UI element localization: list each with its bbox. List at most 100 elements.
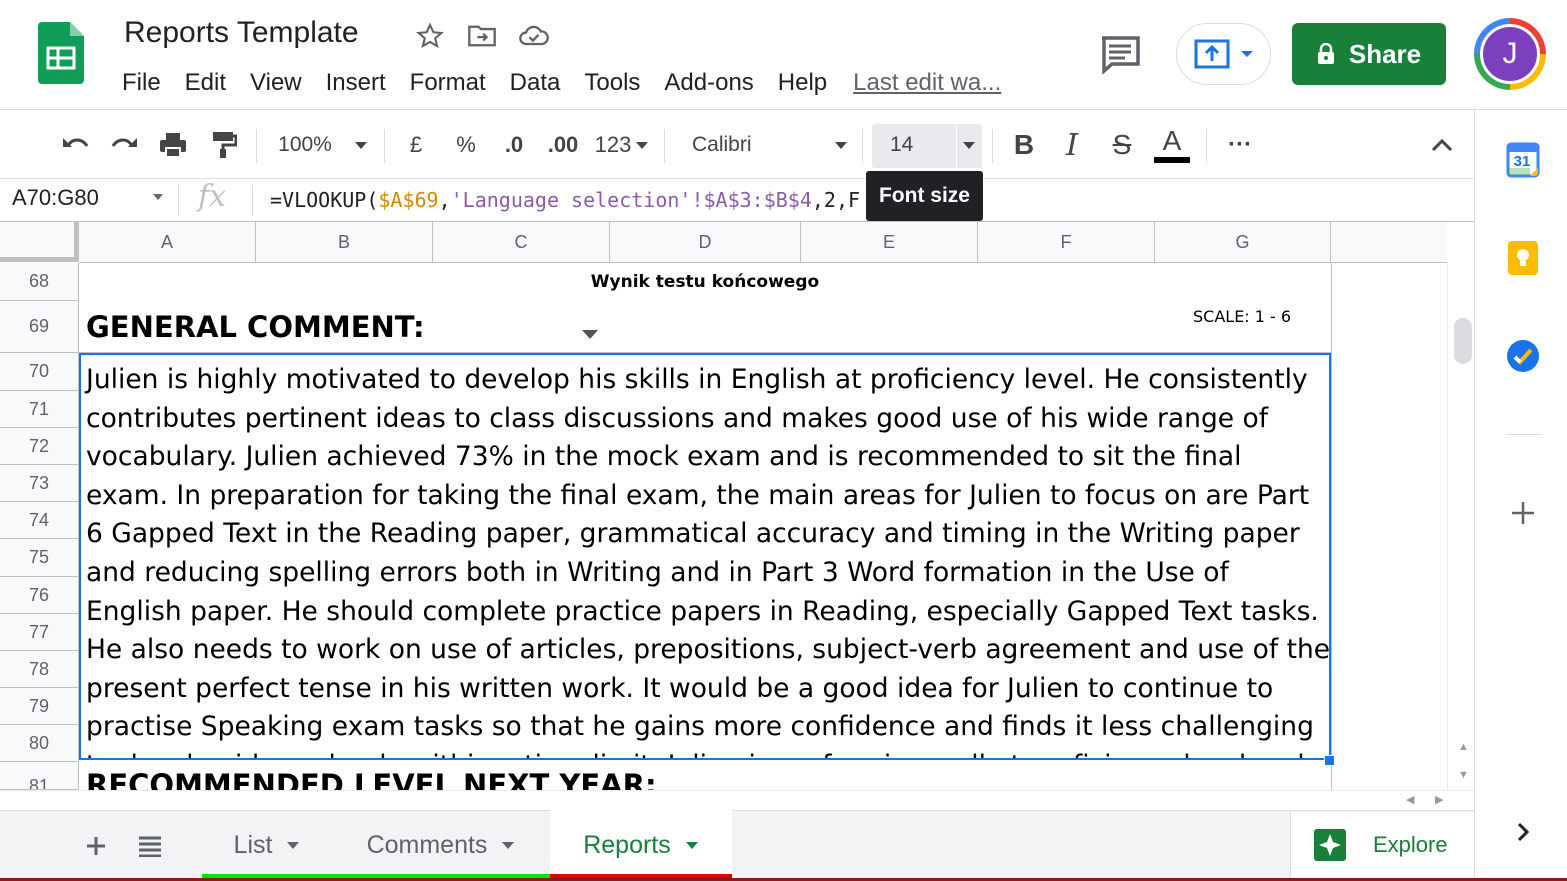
select-all-corner[interactable] [0, 222, 79, 262]
paint-format-icon[interactable] [204, 111, 242, 179]
font-size-select[interactable]: 14 [872, 124, 982, 168]
sheet-tab-label: Reports [583, 831, 671, 859]
cloud-saved-icon[interactable] [518, 20, 550, 52]
comment-history-icon[interactable] [1098, 34, 1142, 75]
vertical-scroll-thumb[interactable] [1454, 318, 1472, 364]
formula-ref-a69: $A$69 [378, 188, 439, 212]
row-header-79[interactable]: 79 [0, 688, 79, 725]
column-header-empty [1331, 222, 1447, 263]
chevron-down-icon [835, 141, 847, 149]
zoom-select[interactable]: 100% [270, 111, 376, 179]
row-header-78[interactable]: 78 [0, 651, 79, 688]
scroll-right-arrow-icon[interactable]: ▶ [1435, 793, 1443, 806]
formula-fn: =VLOOKUP( [270, 188, 379, 212]
menu-edit[interactable]: Edit [173, 69, 238, 97]
text-color-swatch [1154, 157, 1190, 163]
row-header-71[interactable]: 71 [0, 391, 79, 428]
document-title[interactable]: Reports Template [124, 16, 359, 50]
all-sheets-icon[interactable] [132, 810, 168, 881]
chevron-right-icon[interactable] [1505, 814, 1541, 850]
explore-button[interactable]: Explore [1290, 812, 1474, 878]
row-header-80[interactable]: 80 [0, 725, 79, 762]
row-header-81[interactable]: 81 [0, 762, 79, 790]
column-header-c[interactable]: C [433, 222, 610, 263]
sheet-tab-label: Comments [366, 831, 488, 859]
row-header-70[interactable]: 70 [0, 353, 79, 391]
menu-data[interactable]: Data [498, 69, 573, 97]
column-header-d[interactable]: D [610, 222, 801, 263]
cell-scale[interactable]: SCALE: 1 - 6 [1193, 307, 1291, 326]
decrease-decimal-button[interactable]: .0 [494, 111, 534, 179]
more-formats-label: 123 [594, 132, 632, 157]
text-color-label: A [1162, 125, 1182, 156]
toolbar-divider [384, 129, 385, 163]
column-header-g[interactable]: G [1155, 222, 1331, 263]
avatar[interactable]: J [1480, 24, 1540, 84]
bold-button[interactable]: B [1006, 111, 1042, 179]
column-header-e[interactable]: E [801, 222, 978, 263]
row-header-75[interactable]: 75 [0, 539, 79, 577]
row-header-74[interactable]: 74 [0, 502, 79, 539]
more-formats-select[interactable]: 123 [592, 111, 652, 179]
column-header-f[interactable]: F [978, 222, 1155, 263]
calendar-icon[interactable]: 31 [1505, 142, 1541, 178]
cell-recommended-level[interactable]: RECOMMENDED LEVEL NEXT YEAR: [86, 768, 1326, 790]
menu-file[interactable]: File [110, 69, 173, 97]
format-currency-button[interactable]: £ [398, 111, 434, 179]
italic-button[interactable]: I [1054, 111, 1090, 179]
sheet-tab-list[interactable]: List [202, 810, 332, 881]
font-family-select[interactable]: Calibri [680, 111, 850, 179]
share-button[interactable]: Share [1292, 23, 1446, 85]
cell-dropdown-arrow-icon[interactable] [582, 330, 598, 339]
format-percent-button[interactable]: % [448, 111, 484, 179]
menu-insert[interactable]: Insert [314, 69, 398, 97]
chevron-down-icon [354, 141, 367, 149]
present-button[interactable] [1176, 23, 1271, 85]
menu-addons[interactable]: Add-ons [652, 69, 765, 97]
chevron-down-icon[interactable] [152, 193, 164, 201]
row-header-68[interactable]: 68 [0, 263, 79, 301]
text-color-button[interactable]: A [1152, 111, 1192, 179]
selection-fill-handle[interactable] [1324, 755, 1335, 766]
star-icon[interactable] [414, 20, 446, 52]
explore-icon [1314, 829, 1346, 861]
row-header-69[interactable]: 69 [0, 301, 79, 353]
add-sheet-icon[interactable] [78, 810, 114, 881]
keep-icon[interactable] [1505, 240, 1541, 276]
tasks-icon[interactable] [1505, 338, 1541, 374]
row-81-label: 81 [28, 776, 50, 790]
scroll-up-arrow-icon[interactable]: ▲ [1458, 741, 1469, 753]
row-header-76[interactable]: 76 [0, 577, 79, 614]
column-header-b[interactable]: B [256, 222, 433, 263]
column-header-a[interactable]: A [79, 222, 256, 263]
row-header-77[interactable]: 77 [0, 614, 79, 651]
name-box[interactable]: A70:G80 [12, 185, 99, 211]
horizontal-scrollbar[interactable] [0, 790, 1474, 810]
menu-tools[interactable]: Tools [572, 69, 652, 97]
move-to-folder-icon[interactable] [466, 20, 498, 52]
undo-icon[interactable] [56, 111, 94, 179]
sheet-tab-reports[interactable]: Reports [550, 810, 732, 881]
add-icon[interactable] [1505, 495, 1541, 531]
scroll-left-arrow-icon[interactable]: ◀ [1406, 793, 1414, 806]
row-header-73[interactable]: 73 [0, 465, 79, 502]
cell-general-comment[interactable]: GENERAL COMMENT: [86, 310, 425, 344]
increase-decimal-button[interactable]: .00 [542, 111, 584, 179]
strikethrough-button[interactable]: S [1104, 111, 1140, 179]
redo-icon[interactable] [106, 111, 144, 179]
print-icon[interactable] [154, 111, 192, 179]
sheet-tab-comments[interactable]: Comments [332, 810, 550, 881]
more-options-button[interactable]: ··· [1220, 111, 1260, 179]
last-edit-link[interactable]: Last edit wa... [853, 69, 1001, 97]
sheets-logo-icon[interactable] [38, 22, 84, 84]
collapse-toolbar-icon[interactable] [1424, 111, 1460, 179]
cell-row68-title[interactable]: Wynik testu końcowego [79, 263, 1331, 301]
formula-input[interactable]: =VLOOKUP($A$69,'Language selection'!$A$3… [270, 188, 866, 212]
row-header-72[interactable]: 72 [0, 428, 79, 465]
scroll-down-arrow-icon[interactable]: ▼ [1458, 769, 1469, 781]
selected-merged-range[interactable]: Julien is highly motivated to develop hi… [79, 353, 1331, 760]
menu-format[interactable]: Format [398, 69, 498, 97]
menu-view[interactable]: View [238, 69, 314, 97]
share-label: Share [1348, 38, 1422, 69]
menu-help[interactable]: Help [766, 69, 839, 97]
